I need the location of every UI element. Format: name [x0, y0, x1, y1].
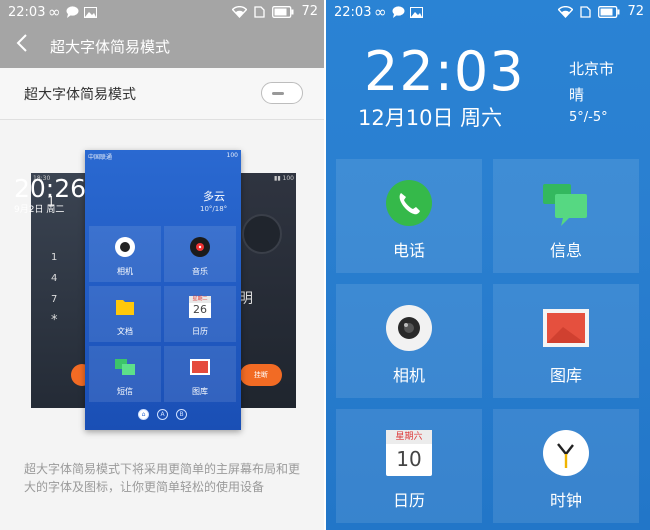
- app-tile-gallery[interactable]: 图库: [493, 284, 639, 398]
- home-clock[interactable]: 22:03: [364, 40, 525, 103]
- app-tile-camera[interactable]: 相机: [336, 284, 482, 398]
- simple-home-screen: 22:03 ∞ 72 22:03 12月10日 周六 北京市 晴 5°/-5° …: [326, 0, 650, 530]
- weather-temp: 5°/-5°: [569, 110, 608, 125]
- sim-icon: [254, 5, 266, 18]
- back-icon[interactable]: [16, 33, 28, 60]
- wifi-icon: [558, 5, 574, 18]
- page-dot-b: B: [176, 409, 187, 420]
- home-date: 12月10日 周六: [358, 106, 503, 130]
- preview-tile-gallery: 图库: [164, 346, 236, 402]
- preview-temp: 10°/18°: [200, 205, 228, 213]
- calendar-icon: 星期二 26: [189, 296, 211, 318]
- page-dot-home: ⌂: [138, 409, 149, 420]
- preview-avatar-ring: [242, 214, 282, 254]
- sim-icon: [580, 5, 592, 18]
- preview-tile-camera: 相机: [89, 226, 161, 282]
- clock-icon: [543, 430, 589, 476]
- top-bar: 超大字体简易模式: [0, 26, 324, 68]
- preview-tile-calendar: 星期二 26 日历: [164, 286, 236, 342]
- app-tile-clock[interactable]: 时钟: [493, 409, 639, 523]
- wifi-icon: [232, 5, 248, 18]
- preview-page-dots: ⌂ A B: [138, 409, 187, 420]
- phone-icon: [386, 180, 432, 226]
- chat-bubble-icon: [392, 6, 404, 18]
- status-bar: 22:03 ∞ 72: [0, 0, 324, 26]
- status-bar: 22:03 ∞ 72: [326, 0, 650, 26]
- dial-key: *: [51, 313, 58, 328]
- message-icon: [115, 359, 135, 375]
- camera-icon: [115, 237, 135, 257]
- preview-battery: 100: [226, 152, 238, 159]
- status-time: 22:03: [8, 5, 46, 20]
- setting-label: 超大字体简易模式: [24, 87, 136, 103]
- gallery-icon: [543, 309, 589, 347]
- battery-icon: [272, 5, 294, 18]
- preview-hangup-pill: 挂断: [240, 364, 282, 386]
- infinity-icon: ∞: [48, 3, 61, 21]
- mode-description: 超大字体简易模式下将采用更简单的主屏幕布局和更大的字体及图标，让你更简单轻松的使…: [24, 462, 301, 494]
- preview-caller-name: 明: [239, 291, 253, 307]
- image-icon: [409, 6, 423, 18]
- battery-icon: [598, 5, 620, 18]
- preview-clock: 20:26: [14, 174, 87, 203]
- page-title: 超大字体简易模式: [50, 38, 171, 56]
- dial-key: 7: [51, 294, 58, 305]
- gallery-icon: [190, 359, 210, 375]
- folder-icon: [116, 300, 134, 315]
- settings-screen: 22:03 ∞ 72 超大字体简易模式 超大字体简易模式 18:30 1 1 4…: [0, 0, 324, 530]
- dial-key: 1: [51, 252, 58, 263]
- large-font-toggle[interactable]: [261, 82, 303, 104]
- preview-tile-sms: 短信: [89, 346, 161, 402]
- app-tile-calendar[interactable]: 星期六 10 日历: [336, 409, 482, 523]
- preview-date: 9月2日 周二: [14, 205, 65, 215]
- weather-condition: 晴: [569, 86, 585, 104]
- app-tile-phone[interactable]: 电话: [336, 159, 482, 273]
- page-dot-a: A: [157, 409, 168, 420]
- weather-city[interactable]: 北京市: [569, 58, 614, 79]
- status-time: 22:03: [334, 5, 372, 20]
- preview-tile-docs: 文档: [89, 286, 161, 342]
- battery-level: 72: [301, 4, 318, 19]
- dial-key: 4: [51, 273, 58, 284]
- preview-carrier: 中国联通: [88, 154, 113, 161]
- camera-icon: [386, 305, 432, 351]
- preview-tile-music: 音乐: [164, 226, 236, 282]
- calendar-icon: 星期六 10: [386, 430, 432, 476]
- battery-level: 72: [627, 4, 644, 19]
- image-icon: [83, 6, 97, 18]
- hangup-label: 挂断: [254, 371, 268, 379]
- infinity-icon: ∞: [374, 3, 387, 21]
- message-icon: [543, 184, 587, 226]
- chat-bubble-icon: [66, 6, 78, 18]
- music-icon: [190, 237, 210, 257]
- preview-weather: 多云: [203, 190, 225, 203]
- app-tile-messages[interactable]: 信息: [493, 159, 639, 273]
